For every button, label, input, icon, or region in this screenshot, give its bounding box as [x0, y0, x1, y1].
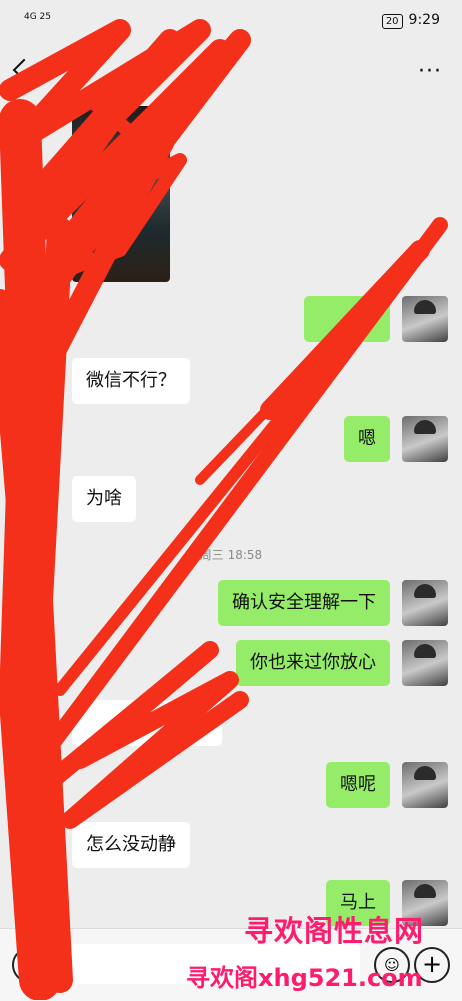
chat-title: v [210, 64, 220, 83]
avatar[interactable] [402, 296, 448, 342]
back-arrow-icon[interactable] [12, 58, 36, 82]
received-bubble[interactable]: 怎么没动静 [72, 822, 190, 868]
image-message[interactable] [72, 106, 170, 282]
sent-bubble[interactable]: 确认安全理解一下 [218, 580, 390, 626]
watermark-url: 寻欢阁xhg521.com [186, 964, 423, 992]
more-dots-icon[interactable]: ··· [418, 61, 442, 83]
clock: 9:29 [408, 12, 440, 28]
received-bubble[interactable]: 微信不行？ [72, 358, 190, 404]
avatar[interactable] [402, 580, 448, 626]
received-bubble[interactable]: 为啥 [72, 476, 136, 522]
sent-bubble[interactable]: 嗯 [344, 416, 390, 462]
sent-bubble[interactable] [304, 296, 390, 342]
watermark-title: 寻欢阁性息网 [244, 914, 425, 948]
sent-bubble[interactable]: 你也来过你放心 [236, 640, 390, 686]
battery-icon: 20 [381, 14, 403, 29]
status-bar: 4G 25 20 9:29 [0, 0, 462, 44]
timestamp: 周三 18:58 [199, 548, 263, 562]
signal-indicator: 4G 25 [24, 12, 52, 22]
redaction-scribble [0, 19, 448, 1000]
avatar[interactable] [402, 640, 448, 686]
avatar[interactable] [402, 762, 448, 808]
received-bubble[interactable] [72, 700, 222, 746]
chat-header: v ··· [0, 44, 462, 102]
voice-icon[interactable]: ◉ [12, 947, 48, 983]
avatar[interactable] [402, 416, 448, 462]
sent-bubble[interactable]: 嗯呢 [326, 762, 390, 808]
status-right: 20 9:29 [381, 12, 440, 29]
